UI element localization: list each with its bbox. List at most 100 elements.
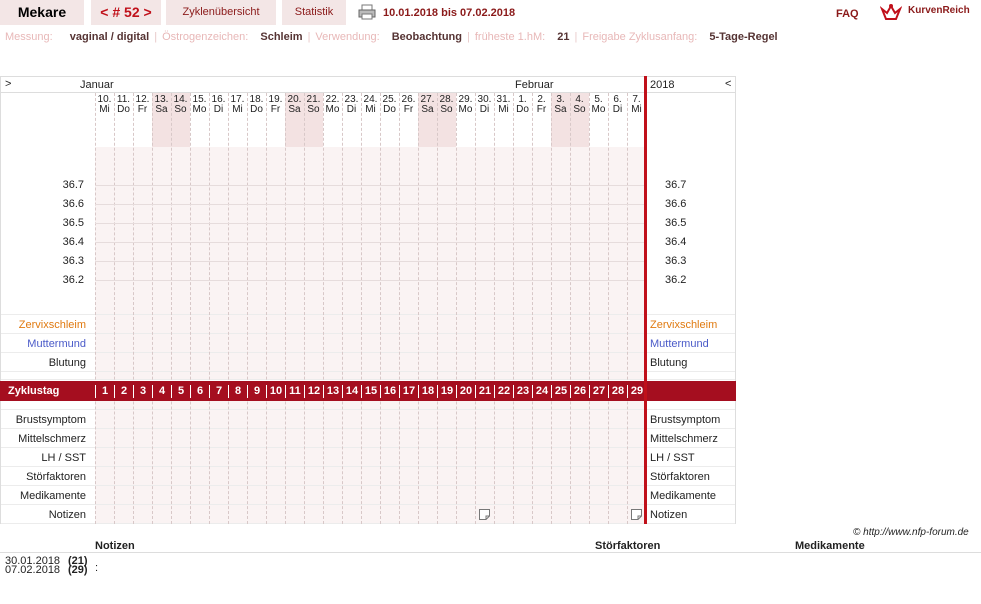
note-icon[interactable] [631, 509, 642, 520]
tab-statistics[interactable]: Statistik [282, 0, 346, 25]
cycle-day-number[interactable]: 5 [171, 385, 190, 398]
cycle-day-number[interactable]: 14 [342, 385, 361, 398]
grid-line [247, 93, 248, 524]
cycle-day-number[interactable]: 9 [247, 385, 266, 398]
grid-line [608, 93, 609, 524]
temperature-gridline [95, 261, 646, 262]
print-icon[interactable] [358, 4, 376, 20]
cycle-day-number[interactable]: 22 [494, 385, 513, 398]
faq-link[interactable]: FAQ [836, 8, 859, 20]
cycle-day-number[interactable]: 10 [266, 385, 285, 398]
weekday-label: Fr [270, 104, 281, 115]
note-icon[interactable] [479, 509, 490, 520]
cycle-day-number[interactable]: 1 [95, 385, 114, 398]
weekday-label: Do [383, 104, 396, 115]
grid-line [133, 93, 134, 524]
notes-column-header: Notizen [95, 540, 135, 552]
cycle-day-number[interactable]: 27 [589, 385, 608, 398]
weekday-label: Mi [232, 104, 243, 115]
cycle-day-number[interactable]: 28 [608, 385, 627, 398]
weekday-label: Mo [458, 104, 473, 115]
grid-line [494, 93, 495, 524]
cycle-day-number[interactable]: 6 [190, 385, 209, 398]
cycle-day-number[interactable]: 3 [133, 385, 152, 398]
chart-row-bg [95, 372, 646, 380]
chart-row-bg [95, 147, 646, 315]
chart-row-bg [95, 505, 646, 524]
month-label: Februar [515, 79, 554, 91]
cycle-day-number[interactable]: 21 [475, 385, 494, 398]
cycle-day-number[interactable]: 25 [551, 385, 570, 398]
chart-row-bg [95, 448, 646, 467]
cycle-day-number[interactable]: 23 [513, 385, 532, 398]
logo-icon[interactable] [880, 3, 902, 21]
grid-line [171, 93, 172, 524]
setting-value: 5-Tage-Regel [709, 31, 778, 43]
cycle-day-number[interactable]: 16 [380, 385, 399, 398]
cycle-day-number[interactable]: 20 [456, 385, 475, 398]
chart-row-bg [647, 372, 735, 380]
scroll-left-button[interactable]: > [5, 78, 11, 90]
grid-line [570, 93, 571, 524]
weekday-label: Fr [137, 104, 148, 115]
stoerfaktoren-column-header: Störfaktoren [595, 540, 661, 552]
row-label: Blutung [48, 357, 86, 369]
logo-text[interactable]: KurvenReich [908, 5, 970, 16]
temperature-gridline [95, 223, 646, 224]
temperature-label: 36.3 [62, 255, 84, 267]
row-label: Störfaktoren [650, 471, 710, 483]
user-name-tab[interactable]: Mekare [0, 0, 84, 25]
note-cycle-day: (29) [68, 564, 88, 576]
cycle-day-number[interactable]: 19 [437, 385, 456, 398]
grid-line [152, 93, 153, 524]
cycle-day-number[interactable]: 24 [532, 385, 551, 398]
temperature-label: 36.6 [62, 198, 84, 210]
setting-value: vaginal / digital [69, 31, 150, 43]
row-label: Notizen [650, 509, 688, 521]
weekday-label: Mi [365, 104, 376, 115]
temperature-label: 36.2 [665, 274, 687, 286]
tab-cycle-overview[interactable]: Zyklenübersicht [166, 0, 276, 25]
weekday-label: Mi [99, 104, 110, 115]
divider: | [154, 31, 158, 43]
temperature-gridline [95, 242, 646, 243]
medikamente-column-header: Medikamente [795, 540, 865, 552]
chart-row-bg [95, 353, 646, 372]
temperature-label: 36.5 [665, 217, 687, 229]
cycle-day-number[interactable]: 17 [399, 385, 418, 398]
cycle-day-number[interactable]: 12 [304, 385, 323, 398]
grid-line [532, 93, 533, 524]
scroll-right-button[interactable]: < [725, 78, 731, 90]
weekday-label: Mi [498, 104, 509, 115]
grid-line [475, 93, 476, 524]
weekday-label: Di [213, 104, 224, 115]
chart-row-bg [1, 147, 95, 315]
cycle-day-label: Zyklustag [8, 385, 60, 397]
cycle-navigation[interactable]: < # 52 > [91, 0, 161, 25]
chart-row-bg [1, 372, 95, 380]
grid-line [551, 93, 552, 524]
cycle-day-number[interactable]: 15 [361, 385, 380, 398]
grid-line [95, 93, 96, 524]
grid-line [380, 93, 381, 524]
chart-row-bg [95, 486, 646, 505]
cycle-day-number[interactable]: 18 [418, 385, 437, 398]
grid-line [304, 93, 305, 524]
grid-line [266, 93, 267, 524]
cycle-day-number[interactable]: 4 [152, 385, 171, 398]
grid-line [456, 93, 457, 524]
temperature-label: 36.7 [665, 179, 687, 191]
cycle-day-number[interactable]: 13 [323, 385, 342, 398]
cycle-day-number[interactable]: 26 [570, 385, 589, 398]
weekday-label: Fr [403, 104, 414, 115]
row-label: Mittelschmerz [650, 433, 718, 445]
cycle-day-number[interactable]: 2 [114, 385, 133, 398]
weekday-label: So [573, 104, 586, 115]
grid-line [114, 93, 115, 524]
weekday-label: Di [479, 104, 490, 115]
row-label: Zervixschleim [650, 319, 718, 331]
cycle-day-number[interactable]: 7 [209, 385, 228, 398]
cycle-day-number[interactable]: 11 [285, 385, 304, 398]
cycle-day-number[interactable]: 8 [228, 385, 247, 398]
grid-line [342, 93, 343, 524]
